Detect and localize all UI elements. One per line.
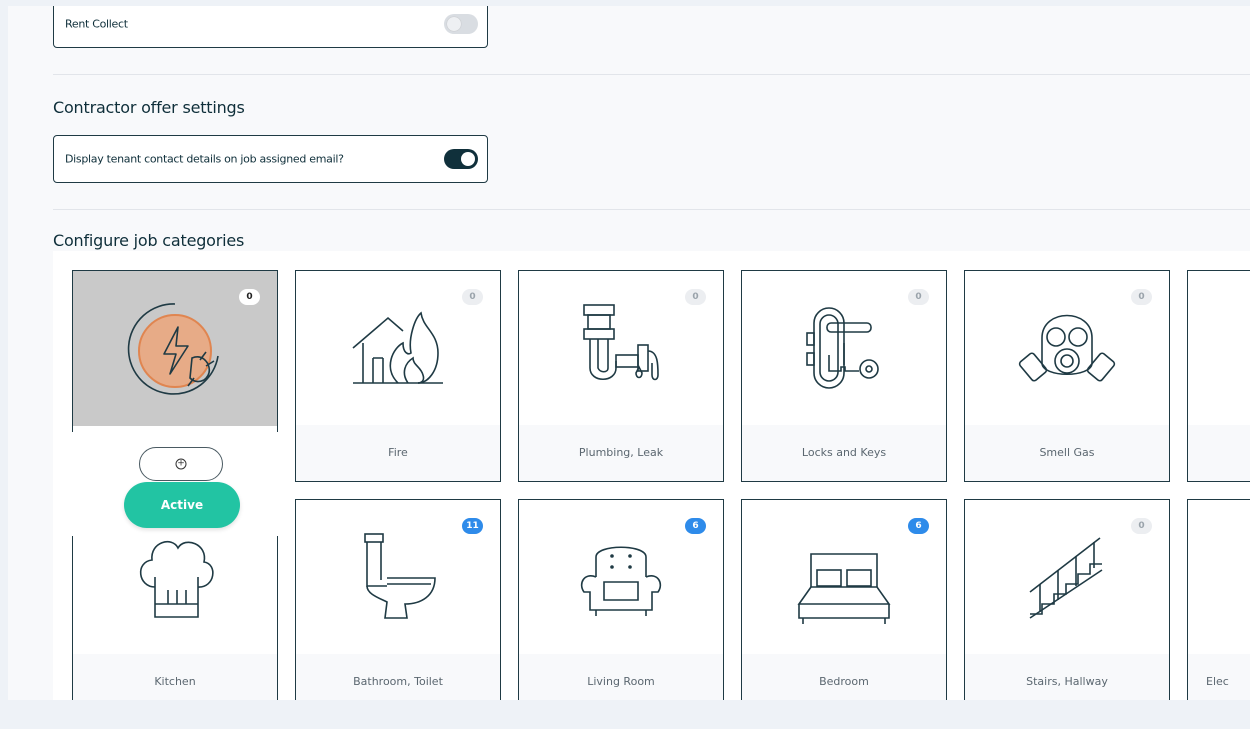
door-lock-key-icon [806, 307, 879, 389]
add-subcategory-button[interactable]: + [139, 447, 223, 481]
category-name [1188, 425, 1250, 481]
card-icon-area: 0 [965, 500, 1169, 655]
category-card-fire[interactable]: 0 Fire [295, 270, 501, 482]
count-badge: 6 [685, 518, 706, 534]
count-badge: 0 [1131, 518, 1152, 534]
electricity-plug-icon [127, 302, 219, 395]
card-icon-area: 0 [73, 271, 277, 426]
toilet-icon [364, 533, 436, 619]
categories-section-title: Configure job categories [53, 231, 245, 250]
card-icon-area [1188, 500, 1250, 655]
category-name: Fire [296, 425, 500, 481]
count-badge: 0 [239, 289, 260, 305]
bed-icon [797, 553, 891, 624]
chef-hat-icon [139, 540, 214, 618]
plus-circle-icon: + [175, 458, 187, 470]
category-name: Smell Gas [965, 425, 1169, 481]
count-badge: 0 [908, 289, 929, 305]
card-icon-area: 11 [296, 500, 500, 655]
category-name: Elec [1188, 654, 1250, 700]
toggle-knob [447, 17, 461, 31]
count-badge: 0 [1131, 289, 1152, 305]
category-card-partial[interactable] [1187, 270, 1250, 482]
card-icon-area [1188, 271, 1250, 426]
display-contact-setting: Display tenant contact details on job as… [53, 135, 488, 183]
gas-mask-icon [1018, 314, 1116, 382]
card-icon-area: 0 [965, 271, 1169, 426]
category-name: Stairs, Hallway [965, 654, 1169, 700]
card-icon-area: 0 [296, 271, 500, 426]
toggle-knob [461, 152, 475, 166]
category-name: Kitchen [73, 654, 277, 700]
armchair-icon [580, 546, 662, 616]
rent-collect-label: Rent Collect [65, 17, 128, 31]
count-badge: 0 [462, 289, 483, 305]
category-card-electric[interactable]: Elec [1187, 499, 1250, 700]
display-contact-label: Display tenant contact details on job as… [65, 152, 344, 166]
rent-collect-toggle[interactable] [444, 14, 478, 34]
contractor-section-title: Contractor offer settings [53, 98, 245, 117]
active-button[interactable]: Active [124, 482, 240, 528]
category-card-gas[interactable]: 0 Smell Gas [964, 270, 1170, 482]
card-icon-area: 0 [742, 271, 946, 426]
card-icon-area: 0 [519, 271, 723, 426]
stairs-icon [1029, 537, 1103, 619]
card-icon-area: 6 [742, 500, 946, 655]
category-card-plumbing[interactable]: 0 Plumbing, Leak [518, 270, 724, 482]
category-name: Bathroom, Toilet [296, 654, 500, 700]
count-badge: 0 [685, 289, 706, 305]
category-actions-panel: + Active [72, 432, 282, 536]
category-name: Plumbing, Leak [519, 425, 723, 481]
count-badge: 11 [462, 518, 483, 534]
category-card-bathroom[interactable]: 11 Bathroom, Toilet [295, 499, 501, 700]
category-name: Locks and Keys [742, 425, 946, 481]
house-fire-icon [352, 311, 443, 384]
display-contact-toggle[interactable] [444, 149, 478, 169]
divider [53, 209, 1250, 210]
rent-collect-setting: Rent Collect [53, 6, 488, 48]
count-badge: 6 [908, 518, 929, 534]
settings-panel: Rent Collect Contractor offer settings D… [8, 6, 1250, 700]
leaking-pipe-icon [583, 304, 659, 381]
category-name: Bedroom [742, 654, 946, 700]
category-card-locks[interactable]: 0 Locks and Keys [741, 270, 947, 482]
category-card-stairs[interactable]: 0 Stairs, Hallway [964, 499, 1170, 700]
category-card-living-room[interactable]: 6 Living Room [518, 499, 724, 700]
category-card-bedroom[interactable]: 6 Bedroom [741, 499, 947, 700]
category-name: Living Room [519, 654, 723, 700]
divider [53, 74, 1250, 75]
card-icon-area: 6 [519, 500, 723, 655]
